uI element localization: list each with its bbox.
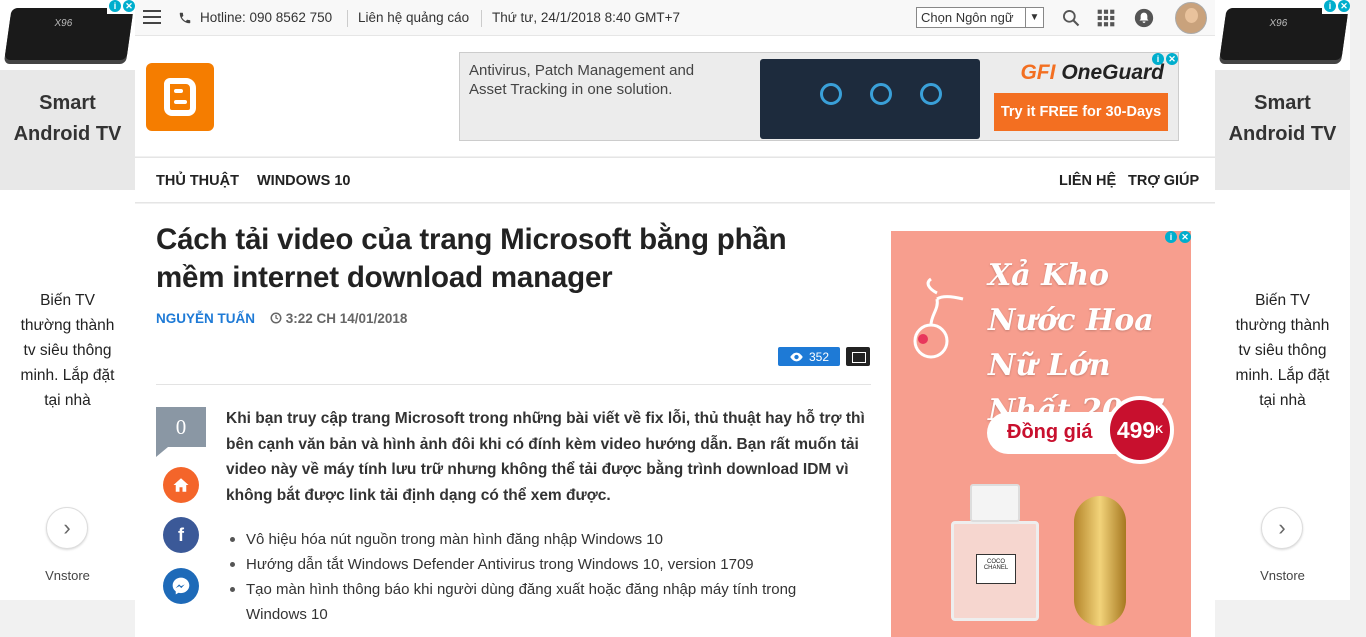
tv-box-image: X96 (1219, 8, 1349, 60)
main-content: Cách tải video của trang Microsoft bằng … (135, 204, 1215, 637)
site-header: Antivirus, Patch Management and Asset Tr… (135, 36, 1215, 156)
post-author[interactable]: NGUYỄN TUẤN (156, 311, 255, 326)
ad-choices[interactable]: i ✕ (107, 0, 135, 14)
main-nav: THỦ THUẬT WINDOWS 10 LIÊN HỆ TRỢ GIÚP (135, 157, 1215, 203)
info-icon[interactable]: i (109, 0, 121, 12)
related-post-link[interactable]: Tạo màn hình thông báo khi người dùng đă… (226, 577, 826, 627)
bottle-label: COCO CHANEL (976, 554, 1016, 584)
language-select-value: Chọn Ngôn ngữ (921, 10, 1014, 25)
nav-item-windows-10[interactable]: WINDOWS 10 (257, 173, 350, 189)
ad-product-image[interactable]: X96 i ✕ (1215, 0, 1350, 70)
phone-icon (179, 12, 191, 24)
notification-bell-icon[interactable] (1134, 8, 1154, 28)
info-icon[interactable]: i (1152, 53, 1164, 65)
info-icon[interactable]: i (1165, 231, 1177, 243)
ad-choices[interactable]: i ✕ (1165, 231, 1191, 243)
ad-choices[interactable]: i ✕ (1152, 53, 1178, 65)
close-icon[interactable]: ✕ (1179, 231, 1191, 243)
nav-item-thu-thuat[interactable]: THỦ THUẬT (156, 173, 239, 189)
menu-icon[interactable] (143, 10, 161, 28)
hotline-text: Hotline: 090 8562 750 (200, 10, 333, 25)
dropdown-arrow-icon[interactable]: ▼ (1025, 8, 1043, 27)
gold-bottle-image (1074, 496, 1126, 626)
related-post-link[interactable]: Vô hiệu hóa nút nguồn trong màn hình đăn… (226, 527, 826, 552)
close-icon[interactable]: ✕ (1166, 53, 1178, 65)
nav-item-lien-he[interactable]: LIÊN HỆ (1059, 173, 1116, 189)
product-label: X96 (1268, 18, 1289, 29)
comment-count[interactable]: 0 (156, 407, 206, 457)
ads-contact-link[interactable]: Liên hệ quảng cáo (358, 10, 469, 25)
post-title: Cách tải video của trang Microsoft bằng … (156, 223, 787, 294)
ad-title[interactable]: Smart Android TV (0, 70, 135, 190)
facebook-icon: f (178, 524, 184, 545)
views-count: 352 (808, 349, 830, 364)
ad-next-button[interactable]: › (46, 507, 88, 549)
perfume-logo-icon (913, 277, 964, 359)
messenger-icon (172, 577, 190, 595)
chevron-right-icon: › (1278, 515, 1286, 540)
ad-description[interactable]: Biến TV thường thành tv siêu thông minh.… (0, 190, 135, 413)
ad-brand[interactable]: Vnstore (1215, 568, 1350, 583)
related-posts: Vô hiệu hóa nút nguồn trong màn hình đăn… (226, 527, 826, 627)
ad-description[interactable]: Biến TV thường thành tv siêu thông minh.… (1215, 190, 1350, 413)
gfi-oneguard-logo: GFI OneGuard (1020, 61, 1164, 84)
product-label: X96 (53, 18, 74, 29)
eye-icon (790, 352, 803, 361)
banner-ad-text: Antivirus, Patch Management and Asset Tr… (469, 62, 695, 98)
user-avatar[interactable] (1175, 2, 1207, 34)
ad-product-image[interactable]: X96 i ✕ (0, 0, 135, 70)
views-badge: 352 (778, 347, 840, 366)
divider (156, 384, 871, 385)
post-lead: Khi bạn truy cập trang Microsoft trong n… (226, 410, 865, 504)
right-side-ad[interactable]: X96 i ✕ Smart Android TV Biến TV thường t… (1215, 0, 1350, 600)
email-share-icon[interactable] (846, 347, 870, 366)
left-side-ad[interactable]: X96 i ✕ Smart Android TV Biến TV thường t… (0, 0, 135, 600)
apps-grid-icon[interactable] (1096, 8, 1116, 28)
clock-icon (270, 312, 282, 324)
ad-next-button[interactable]: › (1261, 507, 1303, 549)
banner-ad[interactable]: Antivirus, Patch Management and Asset Tr… (459, 52, 1179, 141)
price-badge: 499 K (1106, 396, 1174, 464)
blogger-logo[interactable] (146, 63, 214, 131)
post-date-text: 3:22 CH 14/01/2018 (285, 311, 408, 326)
search-icon[interactable] (1061, 8, 1081, 28)
info-icon[interactable]: i (1324, 0, 1336, 12)
ad-title[interactable]: Smart Android TV (1215, 70, 1350, 190)
dashboard-screenshot (760, 59, 980, 139)
date-time: Thứ tư, 24/1/2018 8:40 GMT+7 (492, 10, 681, 25)
close-icon[interactable]: ✕ (1338, 0, 1350, 12)
post-date: 3:22 CH 14/01/2018 (270, 311, 407, 326)
messenger-share-button[interactable] (163, 568, 199, 604)
ad-brand[interactable]: Vnstore (0, 568, 135, 583)
language-select[interactable]: Chọn Ngôn ngữ ▼ (916, 7, 1044, 28)
facebook-share-button[interactable]: f (163, 517, 199, 553)
top-bar: Hotline: 090 8562 750 Liên hệ quảng cáo … (135, 0, 1215, 36)
chanel-bottle-image: COCO CHANEL (951, 484, 1039, 621)
close-icon[interactable]: ✕ (123, 0, 135, 12)
tv-box-image: X96 (4, 8, 134, 60)
home-icon (173, 478, 189, 492)
related-post-link[interactable]: Hướng dẫn tắt Windows Defender Antivirus… (226, 552, 826, 577)
banner-cta-button[interactable]: Try it FREE for 30-Days (994, 93, 1168, 131)
perfume-ad[interactable]: i ✕ Xả Kho Nước Hoa Nữ Lớn Nhất 2017 Đồng… (891, 231, 1191, 637)
home-share-button[interactable] (163, 467, 199, 503)
ad-choices[interactable]: i ✕ (1322, 0, 1350, 14)
nav-item-tro-giup[interactable]: TRỢ GIÚP (1128, 173, 1199, 189)
chevron-right-icon: › (63, 515, 71, 540)
